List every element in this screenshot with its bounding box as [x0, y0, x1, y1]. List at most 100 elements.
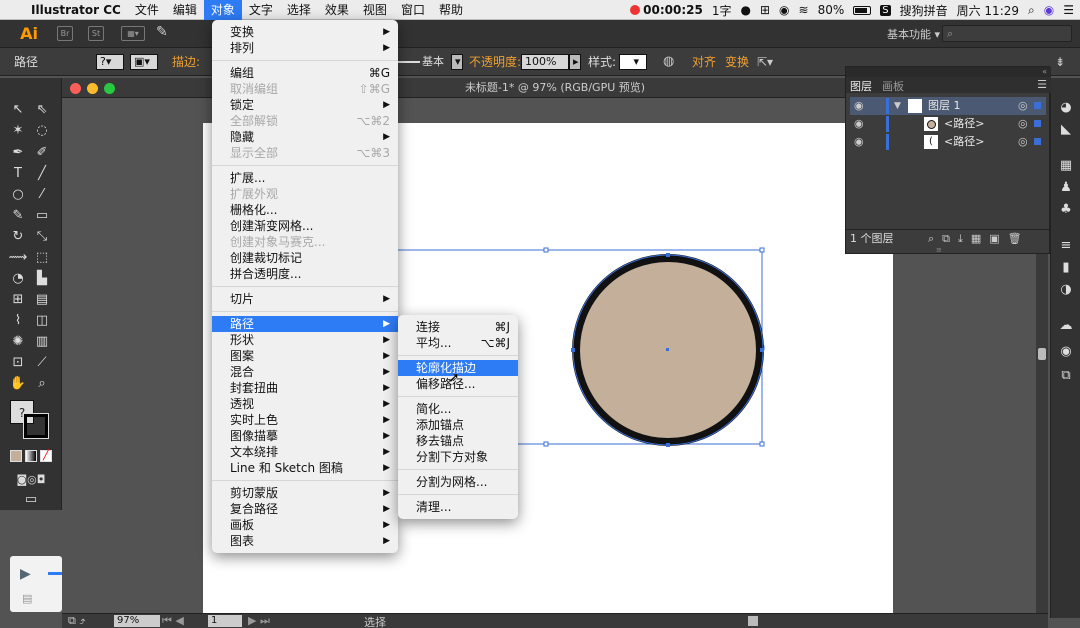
swatches-icon[interactable]: ▦: [1058, 158, 1074, 174]
brush-dropdown-arrow[interactable]: ▾: [451, 54, 463, 70]
brushes-icon[interactable]: ♟: [1058, 180, 1074, 196]
blend-tool-icon[interactable]: ◫: [32, 311, 52, 331]
zoom-tool-icon[interactable]: ⌕: [32, 374, 52, 394]
panel-menu-icon[interactable]: ☰: [1037, 78, 1047, 91]
object-menu-item-切片[interactable]: 切片 ▶: [212, 291, 398, 307]
symbols-icon[interactable]: ♣: [1058, 202, 1074, 218]
layer-name[interactable]: 图层 1: [928, 97, 961, 115]
stroke-panel-icon[interactable]: ≡: [1058, 238, 1074, 254]
selection-indicator[interactable]: [1034, 120, 1041, 127]
lasso-icon[interactable]: ◌: [32, 121, 52, 141]
anchor-point[interactable]: [666, 443, 670, 447]
wechat-icon[interactable]: ◉: [779, 3, 789, 17]
grid-icon[interactable]: ⊞: [760, 3, 770, 17]
hand-tool-icon[interactable]: ✋: [8, 374, 28, 394]
layer-row[interactable]: ◉ ▼ 图层 1 ◎: [850, 97, 1046, 115]
zoom-window-button[interactable]: [104, 83, 115, 94]
color-mode-button[interactable]: [10, 450, 22, 462]
battery-icon[interactable]: [853, 5, 872, 15]
horizontal-scroll-thumb[interactable]: [748, 616, 758, 626]
direct-selection-tool-icon[interactable]: ⇖: [32, 100, 52, 120]
object-menu-item-隐藏[interactable]: 隐藏 ▶: [212, 129, 398, 145]
rotate-tool-icon[interactable]: ↻: [8, 227, 28, 247]
menu-help[interactable]: 帮助: [432, 0, 470, 20]
workspace-switcher[interactable]: 基本功能 ▾: [887, 26, 940, 42]
object-menu-item-变换[interactable]: 变换 ▶: [212, 24, 398, 40]
path-menu-item-平均[interactable]: 平均... ⌥⌘J: [398, 335, 518, 351]
layer-actions-icons[interactable]: ⌕⧉⤓▦▣🗑: [928, 230, 1030, 248]
artboard-tool-icon[interactable]: ⊡: [8, 353, 28, 373]
artboard-nav-next[interactable]: ▶ ⏭: [248, 614, 270, 628]
object-menu-item-透视[interactable]: 透视 ▶: [212, 396, 398, 412]
perspective-grid-icon[interactable]: ⊞: [8, 290, 28, 310]
drawing-modes-icon[interactable]: ◙◎◘: [10, 470, 52, 490]
eraser-icon[interactable]: ▭: [32, 206, 52, 226]
transparency-icon[interactable]: ◑: [1058, 282, 1074, 298]
screen-mode-icon[interactable]: ▭: [18, 490, 44, 510]
curvature-tool-icon[interactable]: ✐: [32, 143, 52, 163]
scroll-thumb[interactable]: [1038, 348, 1046, 360]
apple-menu-icon[interactable]: [0, 0, 24, 20]
close-window-button[interactable]: [70, 83, 81, 94]
target-icon[interactable]: ◎: [1018, 133, 1028, 151]
shape-builder-icon[interactable]: ◔: [8, 269, 28, 289]
object-menu-item-line-和-sketch-图稿[interactable]: Line 和 Sketch 图稿 ▶: [212, 460, 398, 476]
object-menu-item-路径[interactable]: 路径 ▶: [212, 316, 398, 332]
expand-triangle-icon[interactable]: ▼: [894, 97, 901, 115]
target-icon[interactable]: ◎: [1018, 97, 1028, 115]
selection-indicator[interactable]: [1034, 138, 1041, 145]
menu-file[interactable]: 文件: [128, 0, 166, 20]
object-menu-item-剪切蒙版[interactable]: 剪切蒙版 ▶: [212, 485, 398, 501]
path-menu-item-连接[interactable]: 连接 ⌘J: [398, 319, 518, 335]
column-graph-icon[interactable]: ▥: [32, 332, 52, 352]
notification-center-icon[interactable]: ☰: [1063, 3, 1074, 17]
minimize-window-button[interactable]: [87, 83, 98, 94]
color-panel-icon[interactable]: ◕: [1058, 100, 1074, 116]
pencil-icon[interactable]: ✎: [8, 206, 28, 226]
object-menu-item-封套扭曲[interactable]: 封套扭曲 ▶: [212, 380, 398, 396]
comment-icon[interactable]: ▤: [22, 592, 32, 605]
ime-char-count[interactable]: 1字: [712, 2, 732, 19]
transform-label[interactable]: 变换: [725, 48, 749, 76]
spotlight-search-icon[interactable]: ⌕: [1028, 3, 1035, 18]
none-mode-button[interactable]: ╱: [40, 450, 52, 462]
tab-artboards[interactable]: 画板: [882, 78, 904, 94]
tab-layers[interactable]: 图层: [850, 78, 872, 94]
panel-collapse-bar[interactable]: «: [846, 67, 1051, 77]
feather-icon[interactable]: ✎: [156, 24, 168, 40]
artboards-icon[interactable]: ⧉: [1058, 368, 1074, 384]
siri-icon[interactable]: ◉: [1044, 3, 1054, 17]
artboard-nav-first[interactable]: ⏮ ◀: [162, 614, 184, 628]
app-menu[interactable]: Illustrator CC: [24, 0, 128, 20]
object-menu-item-混合[interactable]: 混合 ▶: [212, 364, 398, 380]
artboard-number-field[interactable]: 1: [208, 615, 242, 627]
object-menu-item-编组[interactable]: 编组 ⌘G: [212, 65, 398, 81]
layer-row[interactable]: ◉ <路径> ◎: [850, 115, 1046, 133]
recording-timer[interactable]: 00:00:25: [630, 3, 703, 17]
visibility-eye-icon[interactable]: ◉: [854, 97, 864, 115]
width-tool-icon[interactable]: ⟿: [8, 248, 28, 268]
anchor-point[interactable]: [666, 253, 670, 257]
selection-tool-icon[interactable]: ↖: [8, 100, 28, 120]
opacity-input[interactable]: 100%: [521, 54, 569, 70]
circle-shape[interactable]: [571, 253, 764, 447]
path-menu-item-简化[interactable]: 简化...: [398, 401, 518, 417]
path-name[interactable]: <路径>: [944, 133, 984, 151]
object-menu-item-复合路径[interactable]: 复合路径 ▶: [212, 501, 398, 517]
object-menu-item-创建裁切标记[interactable]: 创建裁切标记: [212, 250, 398, 266]
cc-libraries-icon[interactable]: ☁: [1058, 318, 1074, 334]
opacity-label[interactable]: 不透明度:: [469, 48, 521, 76]
recolor-artwork-icon[interactable]: ◍: [663, 48, 674, 76]
path-menu-item-移去锚点[interactable]: 移去锚点: [398, 433, 518, 449]
object-menu-item-创建渐变网格[interactable]: 创建渐变网格...: [212, 218, 398, 234]
fill-swatch[interactable]: ?▾: [96, 54, 124, 70]
visibility-eye-icon[interactable]: ◉: [854, 133, 864, 151]
path-menu-item-添加锚点[interactable]: 添加锚点: [398, 417, 518, 433]
stroke-color-box[interactable]: [23, 413, 49, 439]
stroke-swatch[interactable]: ▣▾: [130, 54, 158, 70]
object-menu-item-图像描摹[interactable]: 图像描摹 ▶: [212, 428, 398, 444]
ime-name[interactable]: 搜狗拼音: [900, 2, 948, 19]
graphic-style-swatch[interactable]: ▾: [619, 54, 647, 70]
panel-resize-grip[interactable]: ≡: [936, 247, 956, 254]
path-menu-item-分割下方对象[interactable]: 分割下方对象: [398, 449, 518, 465]
